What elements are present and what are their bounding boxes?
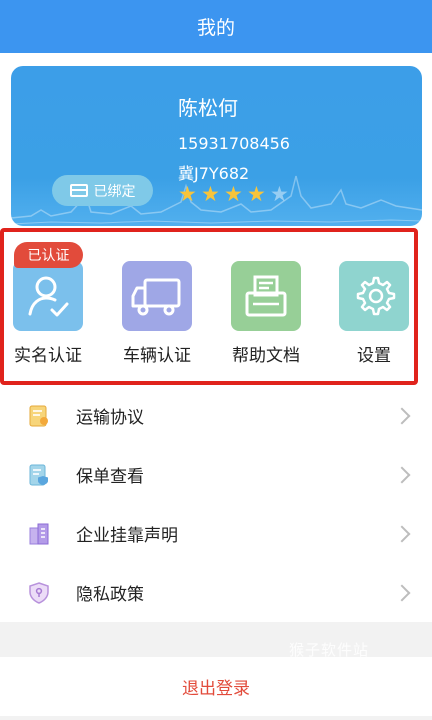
building-icon — [29, 523, 49, 544]
user-phone: 15931708456 — [178, 134, 290, 153]
logout-label: 退出登录 — [182, 679, 250, 699]
user-check-icon — [13, 261, 83, 331]
document-icon — [231, 261, 301, 331]
bound-status-label: 已绑定 — [93, 183, 136, 200]
verified-badge: 已认证 — [14, 242, 83, 268]
license-plate: 冀J7Y682 — [178, 164, 250, 183]
user-name: 陈松何 — [178, 96, 238, 120]
rating-stars: ★ ★ ★ ★ ★ — [178, 184, 291, 205]
star-icon: ★ — [178, 182, 197, 206]
menu-item-privacy-policy[interactable]: 隐私政策 — [0, 563, 432, 622]
gear-icon — [339, 261, 409, 331]
menu-list: 运输协议 保单查看 企业挂靠声明 隐私政策 — [0, 386, 432, 622]
menu-item-transport-agreement[interactable]: 运输协议 — [0, 386, 432, 445]
chevron-right-icon — [393, 584, 411, 601]
shield-icon — [29, 581, 49, 604]
star-empty-icon: ★ — [270, 182, 289, 206]
truck-icon — [122, 261, 192, 331]
star-icon: ★ — [247, 182, 266, 206]
chevron-right-icon — [393, 407, 411, 424]
contract-icon — [29, 405, 48, 426]
menu-item-label: 企业挂靠声明 — [76, 526, 178, 546]
quick-action-help[interactable]: 帮助文档 — [219, 261, 313, 371]
page-header: 我的 — [0, 0, 432, 53]
chevron-right-icon — [393, 525, 411, 542]
quick-action-label: 实名认证 — [14, 346, 82, 366]
quick-action-label: 帮助文档 — [232, 346, 300, 366]
chevron-right-icon — [393, 466, 411, 483]
bank-card-icon — [69, 184, 88, 197]
page-title: 我的 — [196, 17, 235, 39]
star-icon: ★ — [224, 182, 243, 206]
menu-item-label: 保单查看 — [76, 467, 144, 487]
menu-item-enterprise-statement[interactable]: 企业挂靠声明 — [0, 504, 432, 563]
quick-action-settings[interactable]: 设置 — [327, 261, 421, 371]
quick-action-real-name[interactable]: 实名认证 — [1, 261, 95, 371]
quick-action-vehicle[interactable]: 车辆认证 — [110, 261, 204, 371]
quick-action-label: 设置 — [357, 346, 391, 366]
menu-item-label: 隐私政策 — [76, 585, 144, 605]
insurance-icon — [29, 464, 48, 485]
quick-action-label: 车辆认证 — [123, 346, 191, 366]
bound-status-badge[interactable]: 已绑定 — [52, 175, 153, 206]
menu-item-policy-view[interactable]: 保单查看 — [0, 445, 432, 504]
star-icon: ★ — [201, 182, 220, 206]
menu-item-label: 运输协议 — [76, 408, 144, 428]
logout-button[interactable]: 退出登录 — [0, 657, 432, 716]
